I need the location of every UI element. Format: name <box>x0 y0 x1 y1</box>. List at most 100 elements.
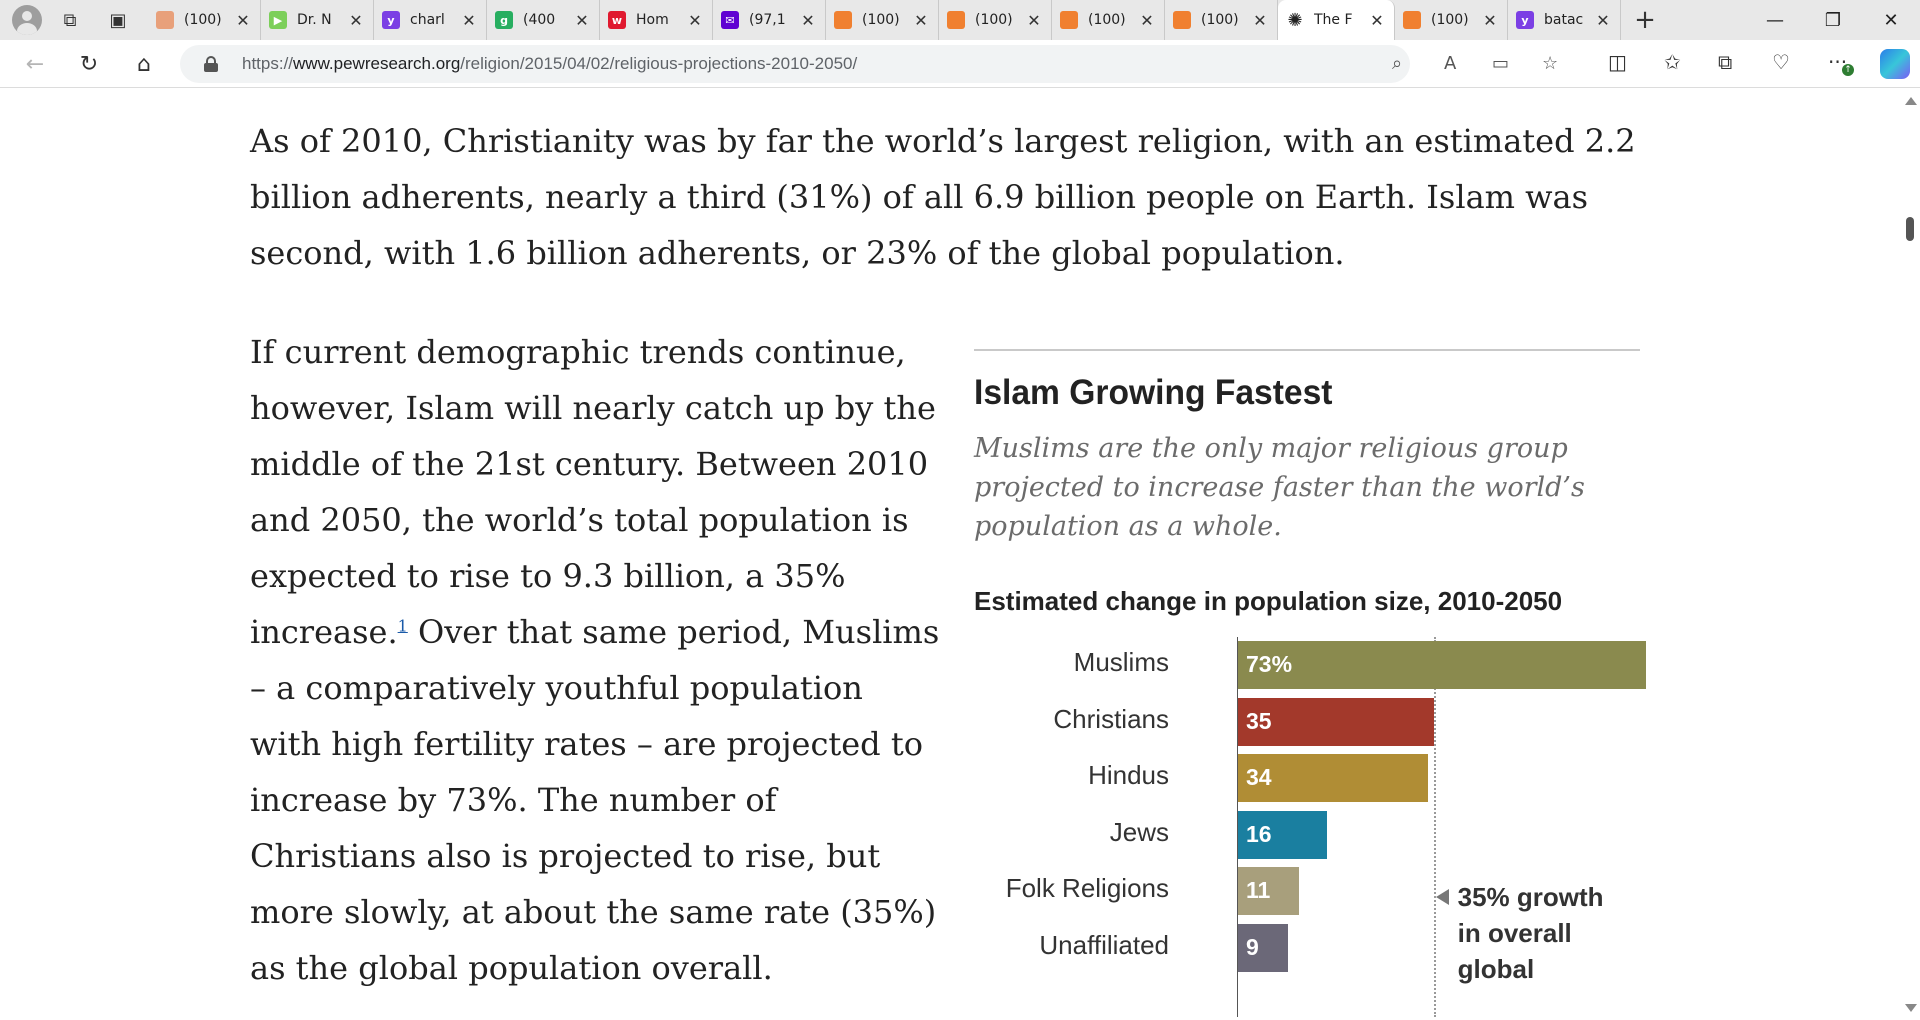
bookmark-icon <box>834 11 852 29</box>
reference-annotation: 35% growth in overall global <box>1457 882 1604 984</box>
bar: 9 <box>1238 923 1289 972</box>
chart-axis-title: Estimated change in population size, 201… <box>974 586 1563 616</box>
bar: 34 <box>1238 754 1429 802</box>
tab-close-icon[interactable]: ✕ <box>1138 11 1156 30</box>
browser-tab[interactable]: (100) ✕ <box>148 0 261 40</box>
category-label: Unaffiliated <box>1039 929 1169 960</box>
browser-tab[interactable]: (100) ✕ <box>1165 0 1278 40</box>
scrollbar-thumb[interactable] <box>1906 217 1914 241</box>
browser-tab[interactable]: ▶ Dr. N ✕ <box>261 0 374 40</box>
new-tab-button[interactable]: + <box>1625 5 1665 35</box>
tab-title: batac <box>1544 12 1584 28</box>
yahoo-icon: y <box>382 11 400 29</box>
tab-title: Dr. N <box>297 12 332 28</box>
chart-plot-area: Muslims 73% Christians 35 Hindus 34 Jews 16 Folk… <box>974 637 1646 1017</box>
tab-title: The F <box>1314 12 1353 28</box>
bar: 73% <box>1238 641 1646 689</box>
category-label: Christians <box>1053 703 1169 734</box>
close-window-button[interactable]: ✕ <box>1868 0 1914 40</box>
browser-tab[interactable]: (100) ✕ <box>1395 0 1508 40</box>
browser-tab[interactable]: ✺ The F ✕ <box>1278 0 1395 40</box>
vertical-tabs-icon[interactable]: ▣ <box>98 4 138 36</box>
chart-top-rule <box>974 349 1640 351</box>
chart-title: Islam Growing Fastest <box>974 373 1333 412</box>
tab-title: Hom <box>636 12 669 28</box>
browser-essentials-icon[interactable]: ♡ <box>1772 50 1790 74</box>
annotation-arrow-icon <box>1435 889 1449 905</box>
tab-title: (97,1 <box>749 12 786 28</box>
browser-tab[interactable]: (100) ✕ <box>826 0 939 40</box>
browser-tab[interactable]: (100) ✕ <box>939 0 1052 40</box>
split-screen-icon[interactable]: ◫ <box>1608 50 1627 74</box>
minimize-button[interactable]: — <box>1752 0 1798 40</box>
yahoo-icon: y <box>1516 11 1534 29</box>
tab-close-icon[interactable]: ✕ <box>573 11 591 30</box>
copilot-icon[interactable] <box>1880 49 1910 79</box>
browser-tab[interactable]: ✉ (97,1 ✕ <box>713 0 826 40</box>
bar-value-label: 34 <box>1246 764 1272 790</box>
article-paragraph-2: If current demographic trends continue, … <box>250 324 940 996</box>
profile-avatar-icon[interactable] <box>12 5 42 35</box>
tab-close-icon[interactable]: ✕ <box>1025 11 1043 30</box>
tab-title: (100) <box>1431 12 1469 28</box>
tab-close-icon[interactable]: ✕ <box>1594 11 1612 30</box>
yahoo-mail-icon: ✉ <box>721 11 739 29</box>
chart-subtitle: Muslims are the only major religious gro… <box>974 433 1585 542</box>
tab-strip: ⧉ ▣ (100) ✕ ▶ Dr. N ✕ y charl ✕ g (400 ✕ w Hom ✕ ✉ (97,… <box>0 0 1920 40</box>
url-text[interactable]: https://www.pewresearch.org/religion/201… <box>242 54 857 74</box>
paragraph-2-text-after: Over that same period, Muslims – a compa… <box>250 613 940 987</box>
tab-close-icon[interactable]: ✕ <box>1481 11 1499 30</box>
bar-value-label: 11 <box>1246 877 1271 903</box>
favorite-star-icon[interactable]: ☆ <box>1542 53 1558 74</box>
tab-close-icon[interactable]: ✕ <box>460 11 478 30</box>
tab-title: (100) <box>1088 12 1126 28</box>
web-page: As of 2010, Christianity was by far the … <box>0 89 1900 1020</box>
tab-close-icon[interactable]: ✕ <box>1368 11 1386 30</box>
tab-title: charl <box>410 12 445 28</box>
restore-button[interactable]: ❐ <box>1810 0 1856 40</box>
population-growth-chart: Islam Growing Fastest Muslims are the on… <box>974 349 1646 1017</box>
category-label: Muslims <box>1073 647 1169 677</box>
pew-icon: ✺ <box>1287 9 1303 31</box>
browser-tab[interactable]: y charl ✕ <box>374 0 487 40</box>
footnote-link[interactable]: 1 <box>398 616 408 635</box>
tab-close-icon[interactable]: ✕ <box>347 11 365 30</box>
scroll-down-arrow-icon[interactable] <box>1905 1004 1917 1012</box>
tab-title: (100) <box>1201 12 1239 28</box>
tab-title: (100) <box>184 12 222 28</box>
reference-line <box>1433 637 1436 1017</box>
zoom-icon[interactable]: ⌕ <box>1392 53 1402 74</box>
tab-title: (100) <box>862 12 900 28</box>
tab-close-icon[interactable]: ✕ <box>799 11 817 30</box>
browser-tab[interactable]: (100) ✕ <box>1052 0 1165 40</box>
read-aloud-icon[interactable]: A <box>1444 53 1456 74</box>
play-icon: ▶ <box>269 11 287 29</box>
back-button[interactable]: ← <box>18 48 52 80</box>
update-badge-icon: ↑ <box>1842 64 1854 76</box>
page-scrollbar[interactable] <box>1900 89 1920 1020</box>
tab-close-icon[interactable]: ✕ <box>234 11 252 30</box>
lock-icon[interactable] <box>204 56 218 72</box>
browser-tab[interactable]: g (400 ✕ <box>487 0 600 40</box>
tab-title: (400 <box>523 12 556 28</box>
address-bar[interactable]: https://www.pewresearch.org/religion/201… <box>180 45 1558 83</box>
category-label: Jews <box>1109 816 1169 847</box>
favorites-icon[interactable]: ✩ <box>1664 50 1681 74</box>
tab-close-icon[interactable]: ✕ <box>912 11 930 30</box>
bar: 16 <box>1238 810 1328 859</box>
tab-title: (100) <box>975 12 1013 28</box>
scroll-up-arrow-icon[interactable] <box>1905 97 1917 105</box>
bookmark-icon <box>947 11 965 29</box>
immersive-reader-icon[interactable]: ▭ <box>1492 53 1509 74</box>
browser-tab[interactable]: w Hom ✕ <box>600 0 713 40</box>
refresh-button[interactable]: ↻ <box>72 48 106 80</box>
collections-icon[interactable]: ⧉ <box>1718 50 1732 74</box>
tab-close-icon[interactable]: ✕ <box>686 11 704 30</box>
bar: 11 <box>1238 867 1300 915</box>
home-button[interactable]: ⌂ <box>127 48 161 80</box>
tab-close-icon[interactable]: ✕ <box>1251 11 1269 30</box>
workspaces-icon[interactable]: ⧉ <box>50 4 90 36</box>
bookmark-icon <box>156 11 174 29</box>
article-paragraph-1: As of 2010, Christianity was by far the … <box>250 122 1636 272</box>
browser-tab[interactable]: y batac ✕ <box>1508 0 1621 40</box>
